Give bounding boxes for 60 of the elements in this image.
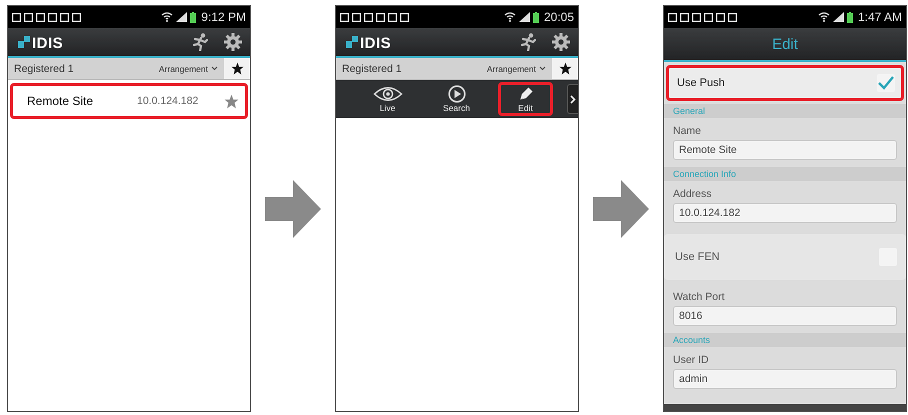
field-label: Address: [673, 188, 713, 200]
action-button[interactable]: Edit: [498, 82, 553, 116]
section-header: Connection Info: [664, 167, 906, 181]
checkbox[interactable]: [877, 74, 895, 92]
section-header: Accounts: [664, 333, 906, 347]
right-arrow-drawing: [265, 180, 321, 238]
settings-icon[interactable]: [552, 33, 570, 51]
registered-count: Registered 1: [14, 62, 74, 74]
chevron-right-icon: [570, 94, 576, 104]
toggle-row[interactable]: Use FEN: [664, 234, 906, 280]
field-label: User ID: [673, 354, 710, 366]
star-icon[interactable]: [224, 94, 239, 108]
status-time: 20:05: [544, 10, 574, 24]
favorites-button[interactable]: [552, 58, 578, 79]
wifi-icon: [161, 12, 174, 22]
signal-icon: [176, 12, 188, 22]
input-field[interactable]: 10.0.124.182: [673, 203, 897, 223]
input-field[interactable]: 8016: [673, 306, 897, 326]
right-arrow-drawing: [593, 180, 649, 238]
screen-title: Edit: [772, 36, 798, 52]
wifi-icon: [818, 12, 830, 22]
toggle-label: Use Push: [677, 77, 726, 89]
app-logo: IDIS: [32, 35, 64, 52]
toggle-row[interactable]: Use Push: [666, 65, 904, 101]
site-row[interactable]: Remote Site 10.0.124.182: [10, 83, 248, 119]
play-icon: [446, 85, 468, 103]
arrangement-dropdown[interactable]: Arrangement: [486, 64, 546, 74]
settings-icon[interactable]: [224, 33, 242, 51]
eye-icon: [372, 85, 404, 103]
battery-icon: [846, 12, 853, 22]
battery-icon: [532, 12, 539, 22]
star-icon: [230, 62, 244, 75]
input-field[interactable]: admin: [673, 369, 897, 389]
chevron-down-icon: [539, 66, 546, 71]
logo-icon: [346, 36, 358, 48]
status-time: 1:47 AM: [858, 10, 902, 24]
star-icon: [558, 62, 572, 75]
action-button[interactable]: Live: [360, 82, 415, 116]
signal-icon: [518, 12, 530, 22]
toggle-label: Use FEN: [675, 251, 721, 263]
input-field[interactable]: Remote Site: [673, 140, 897, 160]
status-time: 9:12 PM: [201, 10, 246, 24]
site-address: 10.0.124.182: [137, 95, 200, 107]
field-label: Name: [673, 125, 702, 137]
logo-icon: [18, 36, 30, 48]
wifi-icon: [504, 12, 516, 22]
signal-icon: [832, 12, 844, 22]
app-logo: IDIS: [360, 35, 392, 52]
chevron-down-icon: [211, 66, 218, 71]
section-header: General: [664, 104, 906, 118]
favorites-button[interactable]: [224, 58, 250, 79]
more-button[interactable]: [567, 84, 578, 114]
battery-icon: [190, 12, 196, 22]
site-name: Remote Site: [27, 94, 94, 108]
running-person-icon[interactable]: [192, 33, 208, 51]
running-person-icon[interactable]: [520, 33, 536, 51]
arrangement-dropdown[interactable]: Arrangement: [158, 64, 218, 74]
action-button[interactable]: Search: [429, 82, 484, 116]
field-label: Watch Port: [673, 291, 726, 303]
registered-count: Registered 1: [342, 62, 402, 74]
